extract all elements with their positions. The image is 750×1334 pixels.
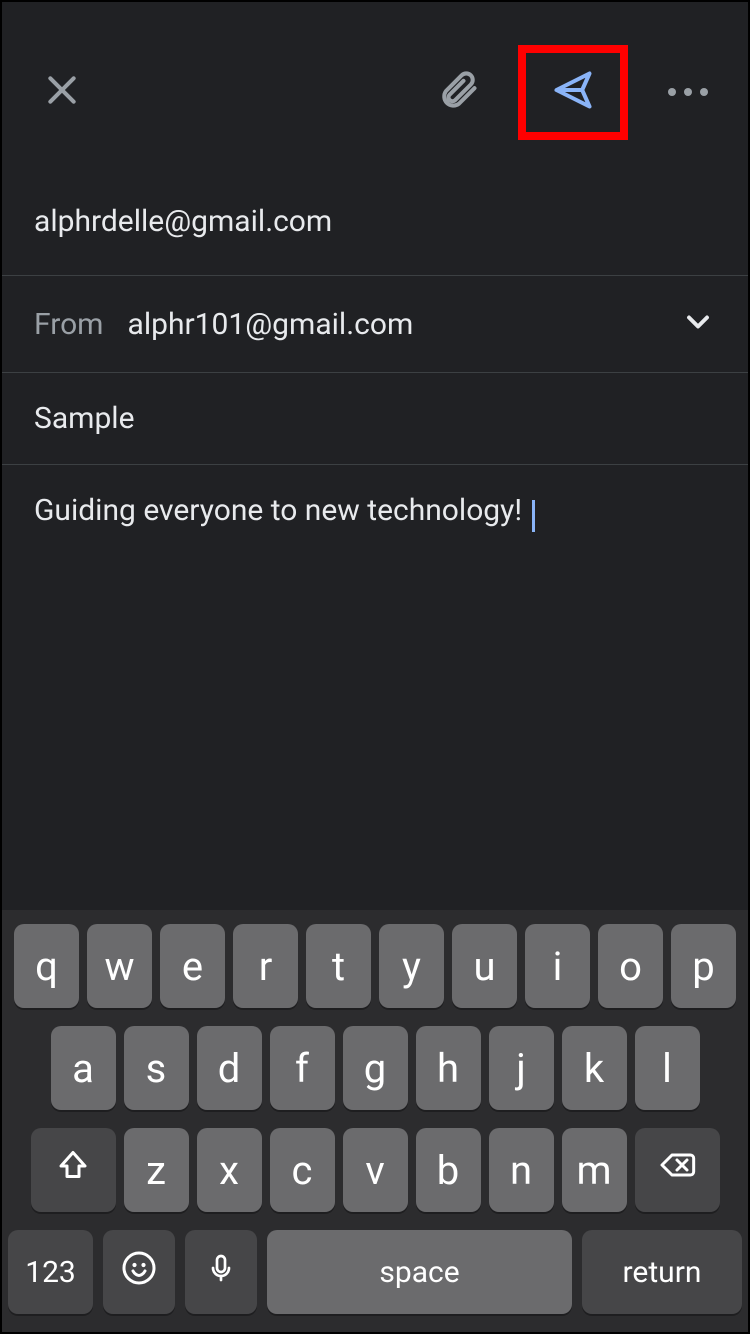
key-c[interactable]: c — [270, 1128, 335, 1212]
keyboard: q w e r t y u i o p a s d f g h j k l z … — [2, 910, 748, 1332]
key-e[interactable]: e — [160, 924, 225, 1008]
keyboard-row-4: 123 space return — [8, 1230, 742, 1314]
close-button[interactable] — [32, 62, 92, 122]
mic-icon — [205, 1249, 237, 1296]
key-m[interactable]: m — [562, 1128, 627, 1212]
close-icon — [42, 70, 82, 114]
body-field[interactable]: Guiding everyone to new technology! — [2, 465, 748, 560]
space-key[interactable]: space — [267, 1230, 572, 1314]
to-value: alphrdelle@gmail.com — [34, 204, 332, 239]
more-options-button[interactable] — [658, 62, 718, 122]
from-label: From — [34, 307, 104, 342]
keyboard-row-1: q w e r t y u i o p — [8, 924, 742, 1008]
key-w[interactable]: w — [87, 924, 152, 1008]
key-f[interactable]: f — [270, 1026, 335, 1110]
key-n[interactable]: n — [489, 1128, 554, 1212]
backspace-key[interactable] — [635, 1128, 720, 1212]
key-b[interactable]: b — [416, 1128, 481, 1212]
key-k[interactable]: k — [562, 1026, 627, 1110]
key-d[interactable]: d — [197, 1026, 262, 1110]
numbers-key[interactable]: 123 — [8, 1230, 93, 1314]
send-button[interactable] — [543, 62, 603, 122]
key-v[interactable]: v — [343, 1128, 408, 1212]
key-z[interactable]: z — [124, 1128, 189, 1212]
key-y[interactable]: y — [379, 924, 444, 1008]
to-field[interactable]: alphrdelle@gmail.com — [2, 162, 748, 276]
text-cursor — [532, 500, 535, 532]
key-i[interactable]: i — [525, 924, 590, 1008]
mic-key[interactable] — [185, 1230, 257, 1314]
key-q[interactable]: q — [14, 924, 79, 1008]
from-value: alphr101@gmail.com — [128, 307, 414, 342]
compose-toolbar — [2, 2, 748, 162]
send-icon — [551, 68, 595, 116]
emoji-icon — [121, 1249, 157, 1296]
emoji-key[interactable] — [103, 1230, 175, 1314]
key-r[interactable]: r — [233, 924, 298, 1008]
key-s[interactable]: s — [124, 1026, 189, 1110]
key-p[interactable]: p — [671, 924, 736, 1008]
chevron-down-icon — [680, 325, 716, 344]
key-t[interactable]: t — [306, 924, 371, 1008]
from-expand-button[interactable] — [680, 304, 716, 344]
key-h[interactable]: h — [416, 1026, 481, 1110]
backspace-icon — [657, 1145, 697, 1195]
toolbar-right — [428, 45, 718, 140]
keyboard-row-2: a s d f g h j k l — [8, 1026, 742, 1110]
key-u[interactable]: u — [452, 924, 517, 1008]
send-button-highlight — [518, 45, 628, 140]
key-a[interactable]: a — [51, 1026, 116, 1110]
key-j[interactable]: j — [489, 1026, 554, 1110]
key-o[interactable]: o — [598, 924, 663, 1008]
subject-field[interactable]: Sample — [2, 373, 748, 465]
keyboard-row-3: z x c v b n m — [8, 1128, 742, 1212]
key-x[interactable]: x — [197, 1128, 262, 1212]
paperclip-icon — [436, 68, 480, 116]
more-icon — [668, 88, 708, 96]
from-left: From alphr101@gmail.com — [34, 307, 413, 342]
shift-key[interactable] — [31, 1128, 116, 1212]
shift-icon — [55, 1147, 91, 1194]
from-field[interactable]: From alphr101@gmail.com — [2, 276, 748, 373]
return-key[interactable]: return — [582, 1230, 742, 1314]
body-text: Guiding everyone to new technology! — [34, 493, 530, 528]
key-g[interactable]: g — [343, 1026, 408, 1110]
attach-button[interactable] — [428, 62, 488, 122]
subject-value: Sample — [34, 401, 135, 436]
key-l[interactable]: l — [635, 1026, 700, 1110]
